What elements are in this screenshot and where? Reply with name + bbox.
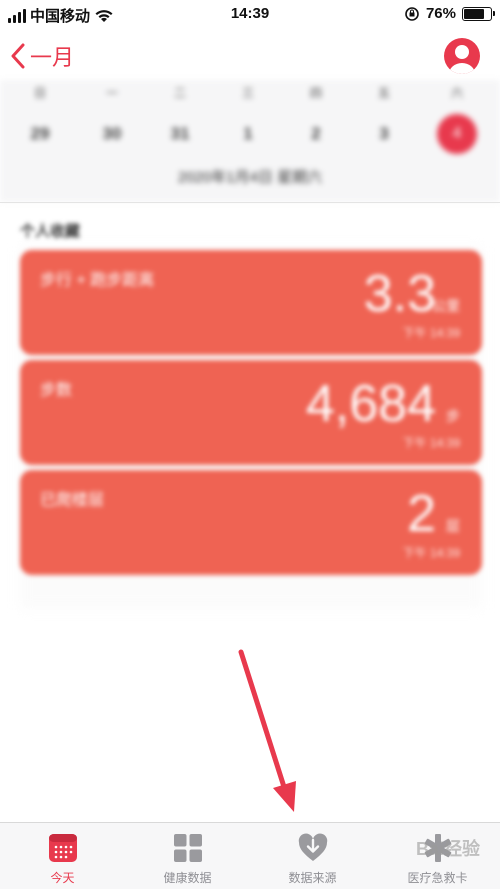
calendar-icon (48, 833, 78, 863)
tab-label: 数据来源 (288, 871, 337, 885)
tab-sources[interactable]: 数据来源 (250, 823, 375, 889)
tab-today[interactable]: 今天 (0, 823, 125, 889)
tab-health-data[interactable]: 健康数据 (125, 823, 250, 889)
tab-label: 健康数据 (163, 871, 212, 885)
annotation-arrow-icon (238, 649, 296, 812)
heart-download-icon (298, 833, 328, 863)
tab-label: 今天 (50, 871, 75, 885)
grid-icon (173, 833, 203, 863)
watermark: Bai经验 (415, 839, 480, 859)
tab-label: 医疗急救卡 (407, 871, 468, 885)
